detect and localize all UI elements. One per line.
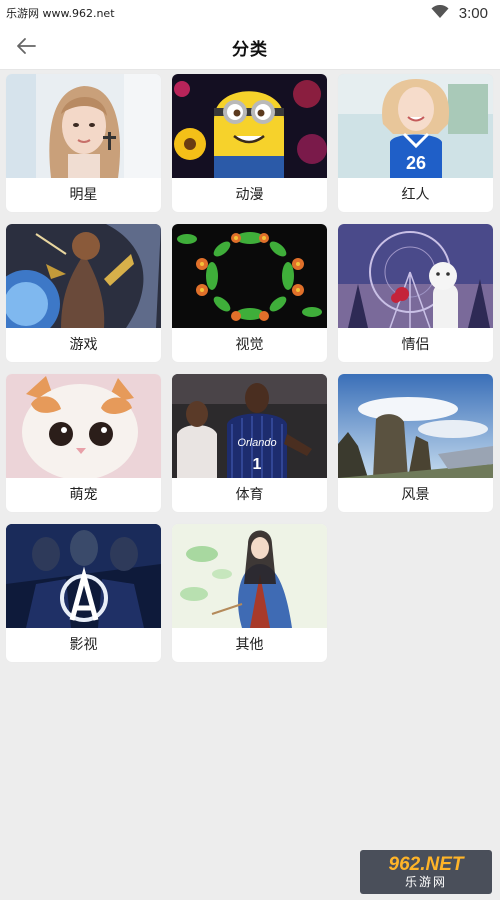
flower-pattern-image	[172, 224, 327, 328]
category-label: 影视	[69, 637, 98, 653]
ancient-woman-painting-image	[172, 524, 327, 628]
avengers-poster-image	[6, 524, 161, 628]
back-button[interactable]	[12, 34, 40, 62]
svg-text:Orlando: Orlando	[237, 437, 276, 449]
status-time: 3:00	[458, 4, 488, 22]
category-card-games[interactable]: 游戏	[6, 224, 161, 362]
category-grid: 明星 动漫 26 红人 游戏 视觉 情侣 萌宠 Orlando 1 体育 风景 …	[6, 74, 494, 662]
category-card-stars[interactable]: 明星	[6, 74, 161, 212]
category-label: 视觉	[235, 337, 264, 353]
category-card-pets[interactable]: 萌宠	[6, 374, 161, 512]
girl-jersey-image: 26	[338, 74, 493, 178]
mountain-landscape-image	[338, 374, 493, 478]
game-character-image	[6, 224, 161, 328]
category-card-influencer[interactable]: 26 红人	[338, 74, 493, 212]
status-site-text: 乐游网 www.962.net	[6, 7, 115, 20]
kitten-photo-image	[6, 374, 161, 478]
category-label: 动漫	[235, 187, 264, 203]
category-card-film[interactable]: 影视	[6, 524, 161, 662]
minion-cartoon-image	[172, 74, 327, 178]
category-label: 情侣	[401, 337, 430, 353]
category-card-couples[interactable]: 情侣	[338, 224, 493, 362]
site-watermark: 962.NET 乐游网	[360, 850, 492, 894]
ferris-wheel-bear-image	[338, 224, 493, 328]
category-label: 明星	[69, 187, 98, 203]
watermark-bottom-text: 乐游网	[404, 875, 447, 889]
category-card-sports[interactable]: Orlando 1 体育	[172, 374, 327, 512]
svg-text:26: 26	[406, 153, 426, 173]
category-label: 红人	[401, 187, 430, 203]
page-title: 分类	[232, 40, 268, 60]
portrait-photo-image	[6, 74, 161, 178]
status-right: 3:00	[431, 4, 488, 23]
app-header: 分类	[0, 26, 500, 70]
category-label: 其他	[235, 637, 264, 653]
svg-text:1: 1	[253, 456, 262, 473]
category-card-scenery[interactable]: 风景	[338, 374, 493, 512]
basketball-players-image: Orlando 1	[172, 374, 327, 478]
wifi-icon	[431, 4, 449, 23]
status-bar: 乐游网 www.962.net 3:00	[0, 0, 500, 26]
category-label: 游戏	[69, 337, 98, 353]
category-label: 萌宠	[69, 487, 98, 503]
arrow-left-icon	[14, 34, 38, 62]
category-card-visual[interactable]: 视觉	[172, 224, 327, 362]
category-card-anime[interactable]: 动漫	[172, 74, 327, 212]
category-label: 风景	[401, 487, 430, 503]
category-label: 体育	[235, 487, 264, 503]
watermark-top-text: 962.NET	[388, 854, 464, 875]
category-card-other[interactable]: 其他	[172, 524, 327, 662]
